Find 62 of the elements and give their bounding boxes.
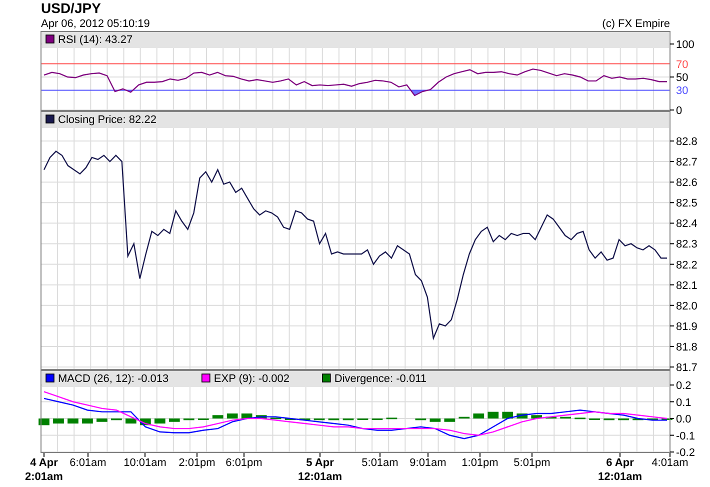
legend-label: MACD (26, 12): -0.013 [58,373,169,385]
axis-label: 82.8 [676,136,698,148]
axis-label: 5 Apr [306,457,334,469]
axis-label: 50 [676,72,688,84]
legend-label: Closing Price: 82.22 [58,114,156,126]
axis-label: 12:01am [598,471,642,483]
divergence-bar [226,413,238,418]
axis-label: 2:01pm [178,457,216,469]
axis-label: 0 [676,105,682,117]
axis-label: 5:01am [362,457,398,469]
divergence-bar [154,418,166,424]
axis-label: 82.4 [676,218,698,230]
axis-label: 12:01am [298,471,342,483]
legend-label: RSI (14): 43.27 [58,34,133,46]
divergence-bar [126,418,136,424]
axis-label: 70 [676,58,688,71]
axis-label: 0.1 [676,396,692,409]
divergence-bar [68,418,78,424]
axis-label: 82.1 [676,280,698,292]
divergence-bar [241,413,252,418]
axis-label: 82.3 [676,238,698,251]
credit-text: (c) FX Empire [602,18,670,31]
axis-label: 1:01pm [462,457,498,469]
divergence-bar [516,413,528,418]
divergence-bar [82,418,93,424]
divergence-bar [444,418,456,422]
axis-label: 100 [676,39,694,51]
axis-label: 6:01pm [226,457,262,469]
divergence-bar [473,413,484,418]
axis-label: 82.7 [676,156,698,169]
axis-label: 4 Apr [30,457,58,469]
legend-label: EXP (9): -0.002 [214,373,290,385]
axis-label: -0.1 [676,430,695,442]
axis-label: 6:01am [70,457,106,469]
axis-label: 0.0 [676,414,692,426]
axis-label: 4:01am [652,457,688,469]
timestamp: Apr 06, 2012 05:10:19 [41,18,150,31]
divergence-bar [168,418,180,422]
axis-label: 82.2 [676,259,698,272]
axis-label: 81.9 [676,320,698,333]
axis-label: 81.7 [676,362,698,374]
axis-label: 82.5 [676,198,698,210]
axis-label: 82.6 [676,177,698,190]
divergence-bar [256,415,267,418]
axis-label: -0.2 [676,447,695,459]
axis-label: 81.8 [676,341,698,354]
axis-label: 2:01am [25,471,63,483]
divergence-bar [96,418,108,422]
divergence-bar [531,415,542,418]
divergence-bar [53,418,64,424]
divergence-bar [212,415,224,418]
legend-label: Divergence: -0.011 [334,373,427,385]
divergence-bar [430,418,441,422]
axis-label: 5:01pm [514,457,550,469]
axis-label: 6 Apr [606,457,634,469]
axis-label: 30 [676,85,688,98]
axis-label: 9:01am [410,457,446,469]
chart-title: USD/JPY [41,1,101,16]
axis-label: 82.0 [676,300,698,312]
axis-label: 10:01am [124,457,166,469]
axis-label: 0.2 [676,380,692,392]
divergence-bar [38,418,50,426]
